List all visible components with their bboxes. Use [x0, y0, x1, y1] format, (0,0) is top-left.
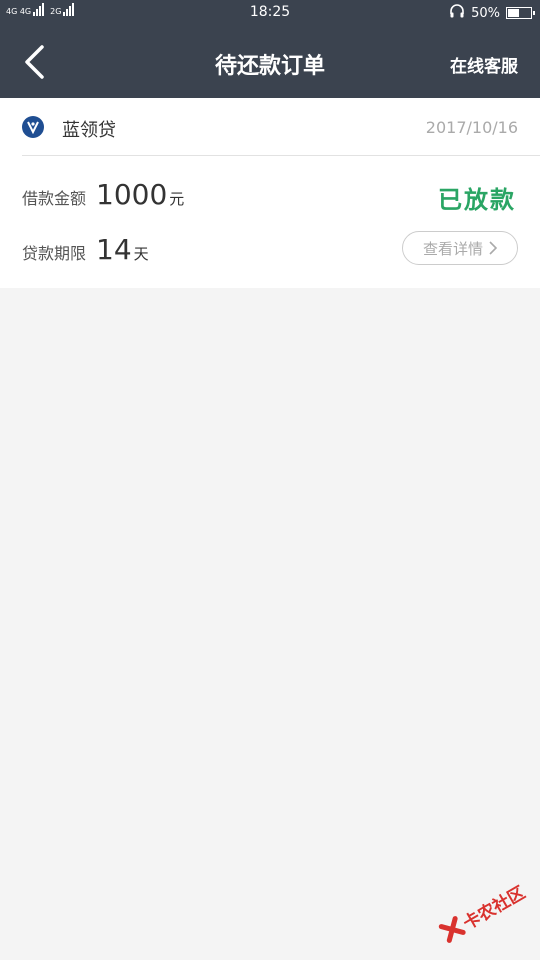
status-right: 50%: [449, 3, 535, 23]
lender-name: 蓝领贷: [62, 120, 116, 141]
order-card[interactable]: 蓝领贷 2017/10/16 借款金额 1000 元 已放款 贷款期限 14 天…: [0, 98, 540, 288]
loan-status: 已放款: [438, 186, 516, 214]
loan-amount-unit: 元: [169, 190, 185, 208]
loan-term-value: 14: [96, 233, 132, 266]
chevron-right-icon: [489, 241, 497, 255]
status-bar: 4G 4G 2G 18:25 50%: [0, 0, 540, 26]
chevron-left-icon: [25, 45, 44, 79]
battery-icon: [506, 7, 535, 19]
online-service-button[interactable]: 在线客服: [450, 52, 518, 77]
headphone-icon: [449, 3, 465, 23]
loan-amount-label: 借款金额: [22, 189, 87, 208]
nav-bar: 待还款订单 在线客服: [0, 26, 540, 98]
back-button[interactable]: [14, 42, 54, 82]
loan-amount-row: 借款金额 1000 元: [22, 178, 184, 211]
view-details-label: 查看详情: [422, 239, 483, 258]
loan-term-unit: 天: [133, 245, 149, 263]
lender-logo-icon: [22, 116, 44, 138]
view-details-button[interactable]: 查看详情: [402, 231, 518, 265]
watermark-text: 卡农社区: [459, 882, 529, 934]
order-card-header: 蓝领贷 2017/10/16: [0, 98, 540, 156]
watermark: 卡农社区: [423, 850, 540, 960]
order-date: 2017/10/16: [425, 118, 518, 137]
battery-percent: 50%: [471, 5, 500, 21]
loan-term-row: 贷款期限 14 天: [22, 233, 149, 266]
divider: [22, 155, 540, 156]
loan-term-label: 贷款期限: [22, 244, 87, 263]
loan-amount-value: 1000: [96, 178, 168, 211]
